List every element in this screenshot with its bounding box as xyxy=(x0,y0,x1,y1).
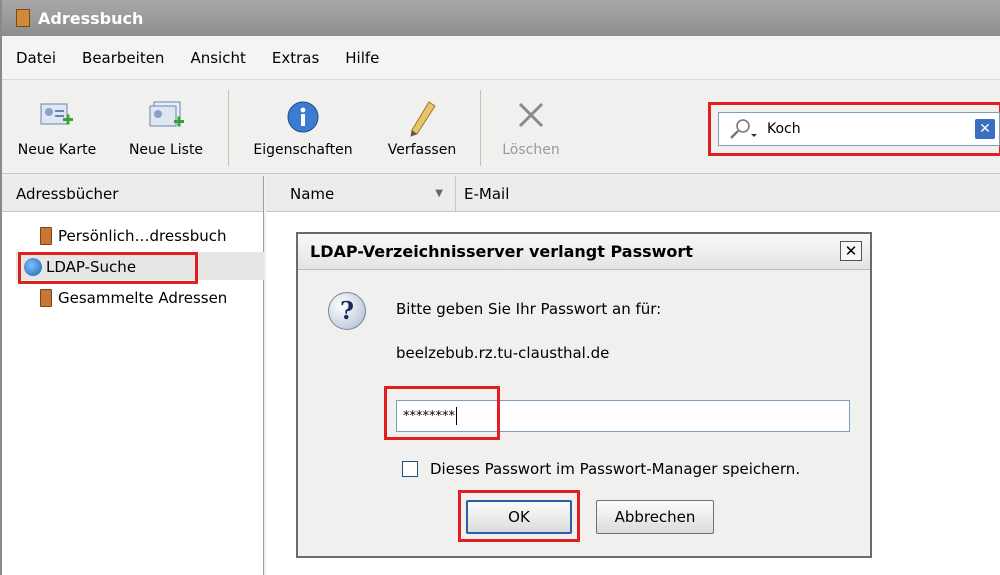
properties-button[interactable]: Eigenschaften xyxy=(238,88,368,168)
clear-search-icon[interactable]: ✕ xyxy=(975,119,995,139)
save-password-checkbox[interactable] xyxy=(402,461,418,477)
new-list-button[interactable]: Neue Liste xyxy=(114,88,218,168)
search-icon xyxy=(730,119,757,139)
window-title: Adressbuch xyxy=(38,8,144,28)
new-card-button[interactable]: Neue Karte xyxy=(2,88,112,168)
delete-button[interactable]: Löschen xyxy=(486,88,576,168)
sidebar-item-label: Persönlich…dressbuch xyxy=(58,227,227,245)
properties-label: Eigenschaften xyxy=(253,142,353,158)
sidebar-item-personal[interactable]: Persönlich…dressbuch xyxy=(40,222,227,250)
pencil-icon xyxy=(410,101,436,137)
menu-bearbeiten[interactable]: Bearbeiten xyxy=(82,49,164,67)
column-name[interactable]: Name ▼ xyxy=(266,176,456,211)
cancel-button[interactable]: Abbrechen xyxy=(596,500,714,534)
password-dialog: LDAP-Verzeichnisserver verlangt Passwort… xyxy=(296,232,872,558)
addressbook-app-icon xyxy=(16,9,30,27)
delete-icon xyxy=(518,102,544,128)
password-highlight-box xyxy=(384,386,500,440)
menu-ansicht[interactable]: Ansicht xyxy=(190,49,245,67)
compose-button[interactable]: Verfassen xyxy=(372,88,472,168)
contact-list-header: Name ▼ E-Mail xyxy=(266,176,1000,212)
save-password-label: Dieses Passwort im Passwort-Manager spei… xyxy=(430,460,801,478)
question-icon: ? xyxy=(328,292,366,330)
sidebar-item-label: Gesammelte Adressen xyxy=(58,289,228,307)
book-icon xyxy=(40,289,52,307)
new-card-icon xyxy=(40,103,73,125)
menu-hilfe[interactable]: Hilfe xyxy=(345,49,379,67)
new-list-label: Neue Liste xyxy=(128,142,204,158)
dialog-close-icon[interactable]: ✕ xyxy=(840,241,862,261)
dialog-prompt: Bitte geben Sie Ihr Passwort an für: xyxy=(396,300,662,318)
new-list-icon xyxy=(149,101,184,127)
sidebar-header: Adressbücher xyxy=(2,176,263,212)
menu-datei[interactable]: Datei xyxy=(16,49,56,67)
column-email[interactable]: E-Mail xyxy=(456,185,509,203)
book-icon xyxy=(40,227,52,245)
dialog-title-bar: LDAP-Verzeichnisserver verlangt Passwort… xyxy=(298,234,870,270)
compose-label: Verfassen xyxy=(387,142,457,158)
toolbar-separator xyxy=(228,90,229,166)
save-password-row[interactable]: Dieses Passwort im Passwort-Manager spei… xyxy=(402,460,800,478)
dialog-title: LDAP-Verzeichnisserver verlangt Passwort xyxy=(310,242,693,261)
title-bar: Adressbuch xyxy=(2,0,1000,36)
dialog-host: beelzebub.rz.tu-clausthal.de xyxy=(396,344,610,362)
ldap-highlight-box xyxy=(18,252,198,284)
new-card-label: Neue Karte xyxy=(17,142,97,158)
addressbook-window: Adressbuch Datei Bearbeiten Ansicht Extr… xyxy=(0,0,1000,575)
delete-label: Löschen xyxy=(502,142,560,158)
menu-extras[interactable]: Extras xyxy=(272,49,319,67)
sort-arrow-icon: ▼ xyxy=(435,188,443,199)
toolbar-separator xyxy=(480,90,481,166)
info-icon xyxy=(287,101,319,133)
menu-bar: Datei Bearbeiten Ansicht Extras Hilfe xyxy=(2,36,1000,80)
sidebar-item-collected[interactable]: Gesammelte Adressen xyxy=(40,284,227,312)
ok-button[interactable]: OK xyxy=(466,500,572,534)
search-input[interactable]: Koch ✕ xyxy=(718,112,1000,146)
column-name-label: Name xyxy=(290,184,335,203)
search-value: Koch xyxy=(767,121,801,137)
